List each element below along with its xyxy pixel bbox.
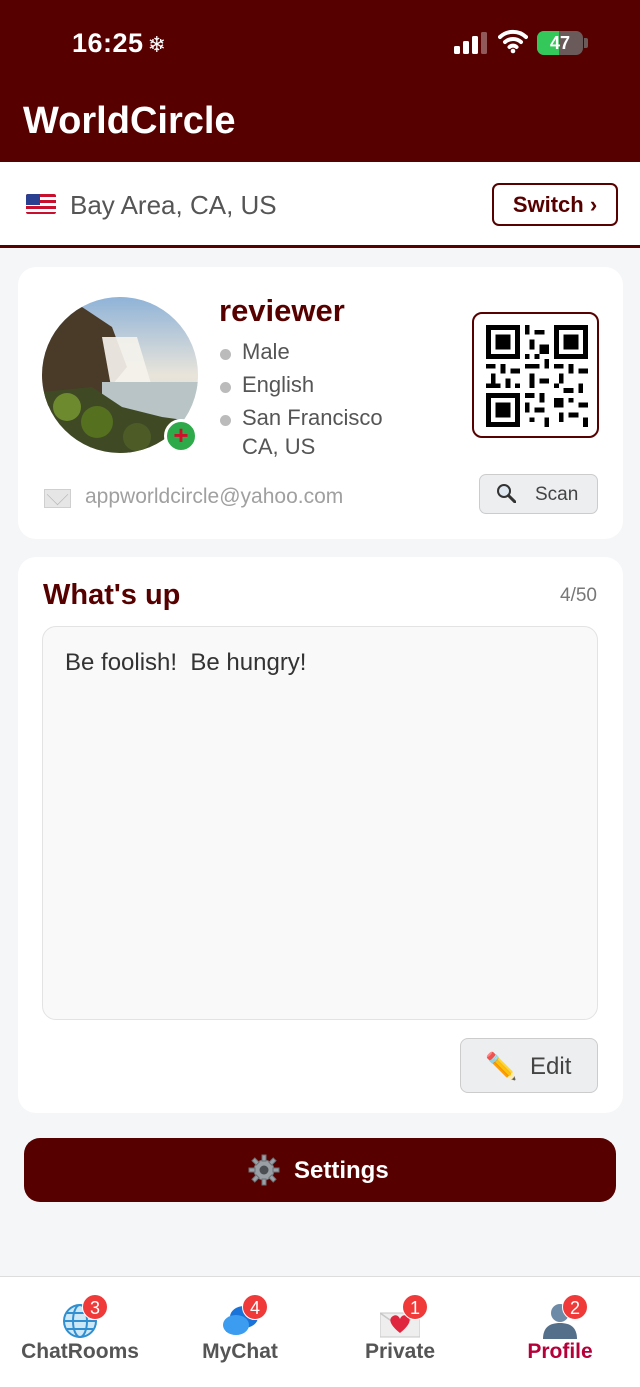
language: English [220,370,383,399]
snowflake-icon: ❄ [147,32,167,57]
app-header: 16:25 ❄ 47 WorldCircle [0,0,640,162]
magnifier-icon [497,484,516,503]
clock: 16:25 [72,28,144,58]
battery-percent: 47 [549,33,571,53]
location-bar: Bay Area, CA, US Switch › [0,162,640,248]
chatrooms-badge: 3 [82,1294,108,1320]
cellular-signal-icon [454,32,488,54]
tab-label: Private [364,1340,436,1363]
tab-label: ChatRooms [21,1340,139,1363]
character-counter: 4/50 [560,585,597,606]
profile-info-list: Male English San Francisco CA, US [220,337,383,465]
email-address: appworldcircle@yahoo.com [85,485,344,508]
whatsup-title: What's up [43,579,181,611]
tab-label: MyChat [202,1340,278,1363]
username: reviewer [219,293,345,328]
switch-location-button[interactable]: Switch › [492,183,618,226]
bottom-tab-bar: 3 ChatRooms 4 MyChat 1 Private 2 Profile [0,1276,640,1387]
tab-label: Profile [527,1340,593,1363]
settings-button[interactable]: Settings [24,1138,616,1202]
us-flag-icon [26,194,56,214]
pencil-icon: ✏️ [485,1051,518,1081]
qr-code[interactable] [472,312,599,438]
gender: Male [220,337,383,366]
scan-button[interactable]: Scan [479,474,598,514]
tab-mychat[interactable]: 4 MyChat [160,1277,320,1387]
edit-label: Edit [530,1053,572,1080]
edit-status-button[interactable]: ✏️ Edit [460,1038,598,1093]
settings-label: Settings [294,1157,389,1184]
private-badge: 1 [402,1294,428,1320]
tab-chatrooms[interactable]: 3 ChatRooms [0,1277,160,1387]
gear-icon [248,1154,280,1186]
app-title: WorldCircle [23,100,236,142]
battery-tip [584,38,588,48]
add-photo-button[interactable]: + [164,419,198,453]
location-text: Bay Area, CA, US [70,190,277,220]
qr-code-icon [486,325,588,427]
tab-profile[interactable]: 2 Profile [480,1277,640,1387]
tab-private[interactable]: 1 Private [320,1277,480,1387]
battery-icon: 47 [537,31,583,55]
scan-label: Scan [535,484,579,505]
status-text-area[interactable]: Be foolish! Be hungry! [42,626,598,1020]
envelope-icon [44,489,71,508]
profile-badge: 2 [562,1294,588,1320]
status-card: What's up 4/50 Be foolish! Be hungry! ✏️… [18,557,623,1113]
city-name: San Francisco [242,405,383,430]
mychat-badge: 4 [242,1294,268,1320]
profile-card: + reviewer Male English San Francisco CA,… [18,267,623,539]
city-region: CA, US [242,434,316,459]
status-time: 16:25 ❄ [72,28,167,59]
wifi-icon [498,29,528,54]
city: San Francisco CA, US [220,403,383,461]
